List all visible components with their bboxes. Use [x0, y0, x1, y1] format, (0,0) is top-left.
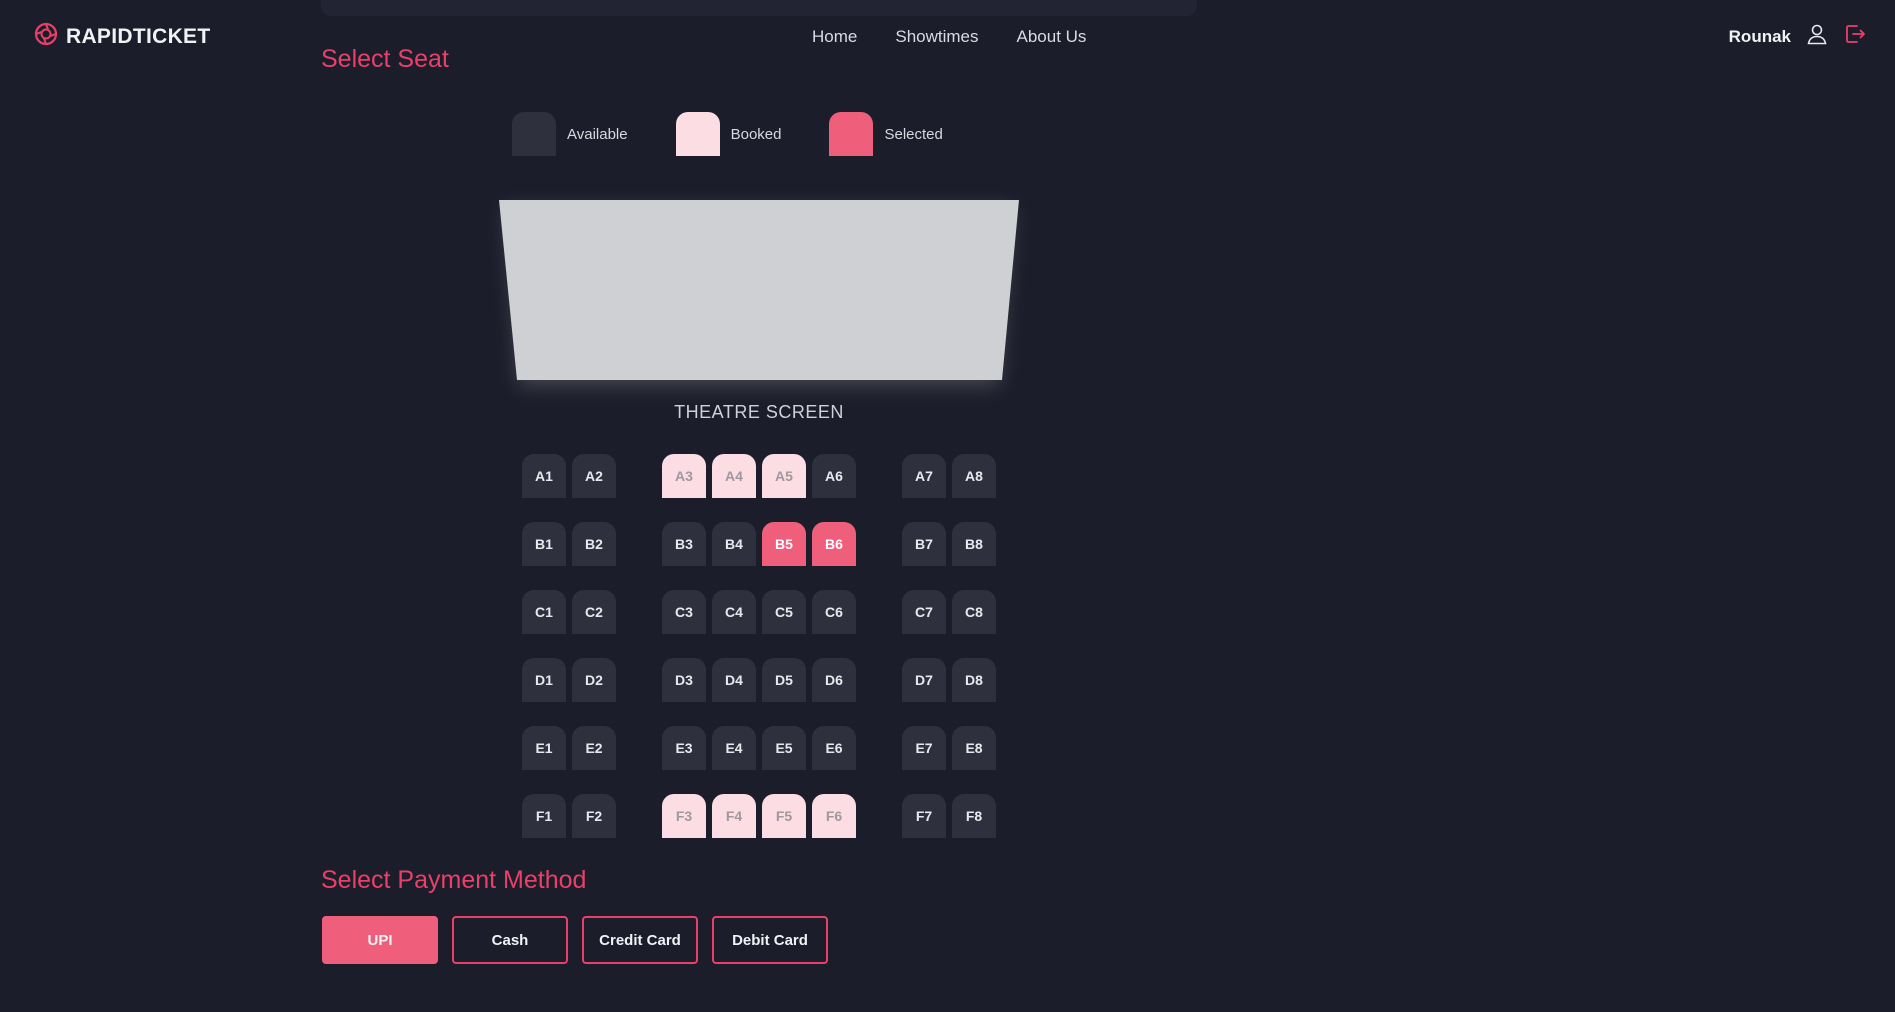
nav-home[interactable]: Home: [812, 27, 857, 47]
main-nav: Home Showtimes About Us: [812, 27, 1086, 47]
seat-c4[interactable]: C4: [712, 590, 756, 634]
legend-booked-swatch: [675, 112, 720, 156]
seat-d7[interactable]: D7: [902, 658, 946, 702]
seat-e7[interactable]: E7: [902, 726, 946, 770]
seat-b4[interactable]: B4: [712, 522, 756, 566]
seat-b8[interactable]: B8: [952, 522, 996, 566]
payment-cash-button[interactable]: Cash: [452, 916, 568, 964]
seat-b2[interactable]: B2: [572, 522, 616, 566]
screen-label: THEATRE SCREEN: [674, 402, 844, 422]
brand-name: RAPIDTICKET: [66, 24, 211, 48]
logo-icon: [34, 22, 58, 51]
seat-e2[interactable]: E2: [572, 726, 616, 770]
select-seat-title: Select Seat: [321, 45, 449, 73]
seat-e3[interactable]: E3: [662, 726, 706, 770]
seat-d5[interactable]: D5: [762, 658, 806, 702]
payment-upi-button[interactable]: UPI: [322, 916, 438, 964]
seat-d4[interactable]: D4: [712, 658, 756, 702]
payment-title: Select Payment Method: [321, 866, 587, 894]
seat-f3[interactable]: F3: [662, 794, 706, 838]
seat-d1[interactable]: D1: [522, 658, 566, 702]
seat-f6[interactable]: F6: [812, 794, 856, 838]
legend-booked: Booked: [675, 112, 782, 156]
payment-credit-card-button[interactable]: Credit Card: [582, 916, 698, 964]
legend-label: Booked: [730, 125, 782, 143]
seat-e1[interactable]: E1: [522, 726, 566, 770]
legend-selected: Selected: [829, 112, 943, 156]
legend-available: Available: [512, 112, 628, 156]
seat-f5[interactable]: F5: [762, 794, 806, 838]
seat-c8[interactable]: C8: [952, 590, 996, 634]
seat-b7[interactable]: B7: [902, 522, 946, 566]
legend-available-swatch: [512, 112, 556, 156]
legend-label: Available: [567, 125, 628, 143]
seat-b6[interactable]: B6: [812, 522, 856, 566]
header: RAPIDTICKET Home Showtimes About Us Roun…: [0, 0, 1895, 70]
seat-b3[interactable]: B3: [662, 522, 706, 566]
seat-d8[interactable]: D8: [952, 658, 996, 702]
seat-d3[interactable]: D3: [662, 658, 706, 702]
user-name: Rounak: [1728, 26, 1791, 46]
nav-about-us[interactable]: About Us: [1017, 27, 1087, 47]
user-icon[interactable]: [1805, 22, 1829, 51]
seat-f4[interactable]: F4: [712, 794, 756, 838]
seat-f8[interactable]: F8: [952, 794, 996, 838]
user-area: Rounak: [1729, 22, 1867, 51]
seat-e8[interactable]: E8: [952, 726, 996, 770]
seat-b5[interactable]: B5: [762, 522, 806, 566]
legend-label: Selected: [884, 125, 943, 143]
seat-c1[interactable]: C1: [522, 590, 566, 634]
seat-c6[interactable]: C6: [812, 590, 856, 634]
seat-a8[interactable]: A8: [952, 454, 996, 498]
seat-f7[interactable]: F7: [902, 794, 946, 838]
seat-c3[interactable]: C3: [662, 590, 706, 634]
seat-e6[interactable]: E6: [812, 726, 856, 770]
legend-selected-swatch: [829, 112, 874, 156]
seat-c7[interactable]: C7: [902, 590, 946, 634]
seat-a5[interactable]: A5: [762, 454, 806, 498]
seat-c2[interactable]: C2: [572, 590, 616, 634]
seat-f1[interactable]: F1: [522, 794, 566, 838]
logout-icon[interactable]: [1843, 22, 1867, 51]
brand[interactable]: RAPIDTICKET: [34, 22, 210, 51]
seat-e4[interactable]: E4: [712, 726, 756, 770]
seat-d2[interactable]: D2: [572, 658, 616, 702]
theatre-screen: [499, 200, 1019, 386]
seat-b1[interactable]: B1: [522, 522, 566, 566]
seat-a1[interactable]: A1: [522, 454, 566, 498]
seat-legend: Available Booked Selected: [512, 112, 991, 156]
seat-a6[interactable]: A6: [812, 454, 856, 498]
seat-e5[interactable]: E5: [762, 726, 806, 770]
seat-a4[interactable]: A4: [712, 454, 756, 498]
seat-a2[interactable]: A2: [572, 454, 616, 498]
seat-f2[interactable]: F2: [572, 794, 616, 838]
payment-debit-card-button[interactable]: Debit Card: [712, 916, 828, 964]
seat-a7[interactable]: A7: [902, 454, 946, 498]
seat-a3[interactable]: A3: [662, 454, 706, 498]
seat-c5[interactable]: C5: [762, 590, 806, 634]
nav-showtimes[interactable]: Showtimes: [895, 27, 978, 47]
seat-d6[interactable]: D6: [812, 658, 856, 702]
